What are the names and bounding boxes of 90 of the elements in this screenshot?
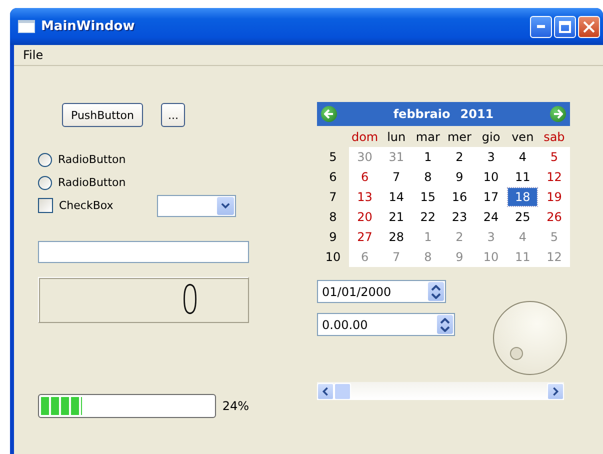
- week-number: 10: [317, 247, 349, 267]
- left-chevron-icon: [321, 386, 330, 396]
- radio-button[interactable]: [38, 152, 52, 166]
- calendar-day[interactable]: 1: [413, 228, 443, 246]
- calendar-day[interactable]: 10: [476, 248, 506, 266]
- weekday-label: lun: [380, 126, 412, 147]
- calendar-day[interactable]: 1: [413, 148, 443, 166]
- calendar-day[interactable]: 10: [476, 168, 506, 186]
- right-chevron-icon: [551, 386, 560, 396]
- close-icon: [583, 20, 595, 32]
- calendar-day[interactable]: 31: [382, 148, 412, 166]
- calendar-day[interactable]: 8: [413, 168, 443, 186]
- weekday-label: mer: [444, 126, 476, 147]
- calendar-day[interactable]: 26: [539, 208, 569, 226]
- week-number: 9: [317, 227, 349, 247]
- calendar-day[interactable]: 19: [539, 188, 569, 206]
- weekday-label: sab: [538, 126, 570, 147]
- calendar-day[interactable]: 18: [508, 188, 538, 206]
- weekday-label: gio: [475, 126, 507, 147]
- year-selector[interactable]: 2011: [460, 107, 494, 121]
- maximize-button[interactable]: [554, 16, 576, 38]
- calendar-day[interactable]: 12: [539, 168, 569, 186]
- progress-percent: 24%: [222, 399, 249, 413]
- calendar-day[interactable]: 21: [382, 208, 412, 226]
- next-month-button[interactable]: [550, 106, 566, 122]
- calendar-day[interactable]: 9: [444, 248, 474, 266]
- calendar-day[interactable]: 24: [476, 208, 506, 226]
- combo-box[interactable]: [157, 194, 236, 216]
- time-edit-field[interactable]: 0.00.00: [317, 313, 455, 336]
- lcd-digit: 0: [180, 276, 199, 324]
- month-selector[interactable]: febbraio: [393, 107, 450, 121]
- calendar-day[interactable]: 15: [413, 188, 443, 206]
- horizontal-scrollbar[interactable]: [317, 382, 564, 400]
- previous-month-button[interactable]: [321, 106, 337, 122]
- scroll-thumb[interactable]: [334, 382, 351, 400]
- calendar-day[interactable]: 4: [508, 148, 538, 166]
- radio-label: RadioButton: [58, 153, 126, 166]
- calendar-day[interactable]: 17: [476, 188, 506, 206]
- calendar-day[interactable]: 13: [350, 188, 380, 206]
- weekday-label: dom: [349, 126, 381, 147]
- push-button[interactable]: ...: [160, 103, 186, 127]
- calendar-day[interactable]: 2: [444, 148, 474, 166]
- calendar-day[interactable]: 16: [444, 188, 474, 206]
- week-number: 7: [317, 187, 349, 207]
- close-button[interactable]: [578, 16, 600, 38]
- week-number: 8: [317, 207, 349, 227]
- minimize-button[interactable]: [530, 16, 552, 38]
- calendar-day[interactable]: 3: [476, 228, 506, 246]
- spin-arrows-icon: [440, 318, 450, 332]
- calendar-day[interactable]: 3: [476, 148, 506, 166]
- push-button[interactable]: PushButton: [62, 103, 143, 127]
- calendar-day[interactable]: 7: [382, 248, 412, 266]
- calendar-day[interactable]: 6: [350, 168, 380, 186]
- calendar-day[interactable]: 8: [413, 248, 443, 266]
- week-number: 5: [317, 147, 349, 167]
- calendar-day[interactable]: 28: [382, 228, 412, 246]
- calendar-day[interactable]: 2: [444, 228, 474, 246]
- date-edit-field[interactable]: 01/01/2000: [317, 280, 446, 303]
- checkbox-label: CheckBox: [59, 199, 114, 212]
- scroll-left-button[interactable]: [317, 382, 334, 400]
- calendar-day[interactable]: 5: [539, 228, 569, 246]
- checkbox[interactable]: [38, 198, 53, 213]
- calendar-day[interactable]: 14: [382, 188, 412, 206]
- calendar-day[interactable]: 20: [350, 208, 380, 226]
- calendar-day[interactable]: 30: [350, 148, 380, 166]
- minimize-icon: [537, 25, 545, 28]
- radio-button[interactable]: [38, 176, 52, 190]
- calendar-day[interactable]: 25: [508, 208, 538, 226]
- week-number: 6: [317, 167, 349, 187]
- calendar-day[interactable]: 22: [413, 208, 443, 226]
- calendar-day[interactable]: 9: [444, 168, 474, 186]
- text-input-field[interactable]: [38, 241, 249, 263]
- window-title: MainWindow: [41, 19, 136, 34]
- weekday-label: mar: [412, 126, 444, 147]
- calendar-day[interactable]: 12: [539, 248, 569, 266]
- menu-item[interactable]: File: [20, 48, 46, 62]
- calendar-day[interactable]: 11: [508, 248, 538, 266]
- calendar-day[interactable]: 27: [350, 228, 380, 246]
- scroll-right-button[interactable]: [547, 382, 564, 400]
- calendar-day[interactable]: 6: [350, 248, 380, 266]
- calendar-day[interactable]: 7: [382, 168, 412, 186]
- calendar-day[interactable]: 11: [508, 168, 538, 186]
- maximize-icon: [559, 20, 571, 32]
- radio-label: RadioButton: [58, 176, 126, 189]
- calendar-day[interactable]: 5: [539, 148, 569, 166]
- calendar-day[interactable]: 4: [508, 228, 538, 246]
- spin-arrows-icon: [431, 284, 441, 298]
- window-icon: [18, 20, 35, 33]
- calendar-day[interactable]: 23: [444, 208, 474, 226]
- weekday-label: ven: [506, 126, 538, 147]
